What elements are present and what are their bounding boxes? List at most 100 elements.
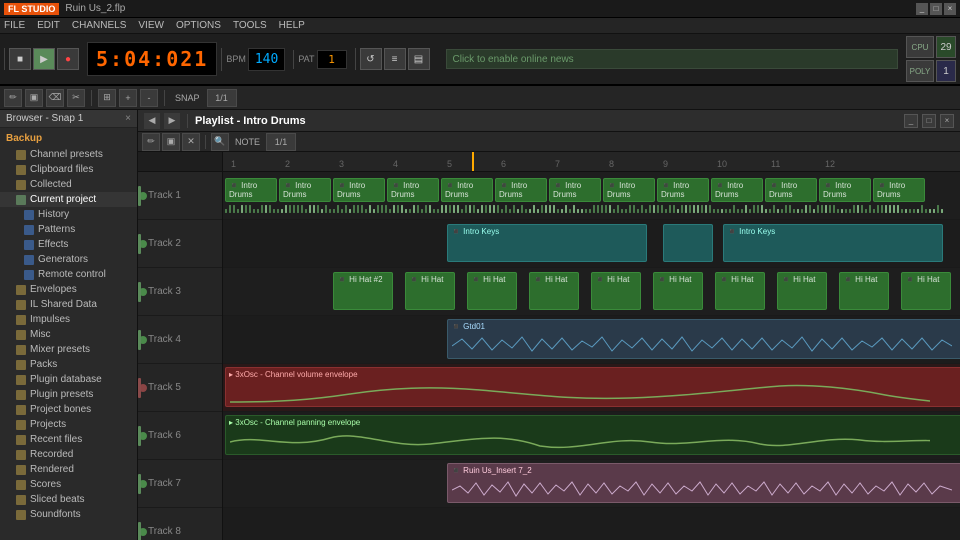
- sidebar-item-soundfonts[interactable]: Soundfonts: [0, 507, 137, 522]
- sidebar-item-clipboard-files[interactable]: Clipboard files: [0, 162, 137, 177]
- track-area[interactable]: 1 2 3 4 5 6 7 8 9 10 11 12: [223, 152, 960, 540]
- sidebar-item-sliced-beats[interactable]: Sliced beats: [0, 492, 137, 507]
- news-bar[interactable]: Click to enable online news: [446, 49, 899, 69]
- ruler-1: 1: [231, 159, 236, 169]
- poly-display: POLY: [906, 60, 934, 82]
- draw-tool[interactable]: ✏: [4, 89, 22, 107]
- pl-draw-tool[interactable]: ✏: [142, 133, 160, 151]
- pattern-block-track7-audio[interactable]: ◾ Ruin Us_Insert 7_2: [447, 463, 960, 503]
- track-label-6[interactable]: Track 6: [138, 412, 222, 460]
- menu-file[interactable]: FILE: [4, 20, 25, 31]
- pattern-block-track3-7[interactable]: ◾ Hi Hat: [715, 272, 765, 310]
- track5-curve: [230, 382, 930, 407]
- sidebar-item-impulses[interactable]: Impulses: [0, 312, 137, 327]
- pattern-block-track3-9[interactable]: ◾ Hi Hat: [839, 272, 889, 310]
- playlist-maximize[interactable]: □: [922, 114, 936, 128]
- pattern-block-track2-1[interactable]: ◾ Intro Keys: [447, 224, 647, 262]
- pattern-block-track3-8[interactable]: ◾ Hi Hat: [777, 272, 827, 310]
- playlist-minimize[interactable]: _: [904, 114, 918, 128]
- menu-help[interactable]: HELP: [279, 20, 305, 31]
- pl-zoom-in[interactable]: 🔍: [211, 133, 229, 151]
- track-label-1[interactable]: Track 1: [138, 172, 222, 220]
- sidebar-item-mixer-presets[interactable]: Mixer presets: [0, 342, 137, 357]
- pattern-block-track2-3[interactable]: ◾ Intro Keys: [723, 224, 943, 262]
- playlist-button[interactable]: ≡: [384, 48, 406, 70]
- sidebar-item-channel-presets[interactable]: Channel presets: [0, 147, 137, 162]
- track-label-4[interactable]: Track 4: [138, 316, 222, 364]
- playlist-close[interactable]: ×: [940, 114, 954, 128]
- pattern-block-track3-1[interactable]: ◾ Hi Hat #2: [333, 272, 393, 310]
- sidebar-item-recorded[interactable]: Recorded: [0, 447, 137, 462]
- minimize-button[interactable]: _: [916, 3, 928, 15]
- track-label-5[interactable]: Track 5: [138, 364, 222, 412]
- slice-tool[interactable]: ✂: [67, 89, 85, 107]
- ruler-4: 4: [393, 159, 398, 169]
- sidebar-item-plugin-presets[interactable]: Plugin presets: [0, 387, 137, 402]
- menu-tools[interactable]: TOOLS: [233, 20, 267, 31]
- track-label-3[interactable]: Track 3: [138, 268, 222, 316]
- zoom-out[interactable]: -: [140, 89, 158, 107]
- sidebar-item-plugin-database[interactable]: Plugin database: [0, 372, 137, 387]
- sidebar-item-misc[interactable]: Misc: [0, 327, 137, 342]
- pattern-block-track3-10[interactable]: ◾ Hi Hat: [901, 272, 951, 310]
- snap-button[interactable]: ⊞: [98, 89, 116, 107]
- sidebar-item-rendered[interactable]: Rendered: [0, 462, 137, 477]
- snap-value[interactable]: 1/1: [207, 89, 237, 107]
- sidebar-item-patterns[interactable]: Patterns: [0, 222, 137, 237]
- sidebar-item-recent-files[interactable]: Recent files: [0, 432, 137, 447]
- close-button[interactable]: ×: [944, 3, 956, 15]
- folder-icon: [16, 330, 26, 340]
- maximize-button[interactable]: □: [930, 3, 942, 15]
- menu-edit[interactable]: EDIT: [37, 20, 60, 31]
- pattern-block-track2-2[interactable]: [663, 224, 713, 262]
- sidebar-item-il-shared-data[interactable]: IL Shared Data: [0, 297, 137, 312]
- pattern-block-track3-4[interactable]: ◾ Hi Hat: [529, 272, 579, 310]
- playlist-back[interactable]: ◀: [144, 113, 160, 129]
- pattern-block-track6-automation[interactable]: ▸ 3xOsc - Channel panning envelope: [225, 415, 960, 455]
- pl-erase-tool[interactable]: ✕: [182, 133, 200, 151]
- zoom-in[interactable]: +: [119, 89, 137, 107]
- track-label-8[interactable]: Track 8: [138, 508, 222, 540]
- select-tool[interactable]: ▣: [25, 89, 43, 107]
- pl-snap-value[interactable]: 1/1: [266, 133, 296, 151]
- pattern-block-track5-automation[interactable]: ▸ 3xOsc - Channel volume envelope: [225, 367, 960, 407]
- play-button[interactable]: ▶: [33, 48, 55, 70]
- track-labels: Track 1 Track 2 Track 3 Track 4 Track 5: [138, 152, 223, 540]
- tempo-display[interactable]: 140: [248, 48, 285, 71]
- pattern-block-track3-2[interactable]: ◾ Hi Hat: [405, 272, 455, 310]
- pattern-block-track3-6[interactable]: ◾ Hi Hat: [653, 272, 703, 310]
- folder-icon: [16, 390, 26, 400]
- track-row-6: ▸ 3xOsc - Channel panning envelope: [223, 412, 960, 460]
- menu-view[interactable]: VIEW: [138, 20, 164, 31]
- sidebar-group-backup[interactable]: Backup: [0, 130, 137, 147]
- sidebar-item-projects[interactable]: Projects: [0, 417, 137, 432]
- track-label-2[interactable]: Track 2: [138, 220, 222, 268]
- sidebar-item-scores[interactable]: Scores: [0, 477, 137, 492]
- record-button[interactable]: ●: [57, 48, 79, 70]
- pl-snap-label: NOTE: [231, 137, 264, 147]
- sidebar-item-generators[interactable]: Generators: [0, 252, 137, 267]
- loop-button[interactable]: ↺: [360, 48, 382, 70]
- sidebar-item-collected[interactable]: Collected: [0, 177, 137, 192]
- sidebar-item-packs[interactable]: Packs: [0, 357, 137, 372]
- sidebar-item-envelopes[interactable]: Envelopes: [0, 282, 137, 297]
- sidebar-item-project-bones[interactable]: Project bones: [0, 402, 137, 417]
- pl-select-tool[interactable]: ▣: [162, 133, 180, 151]
- pattern-block-track3-3[interactable]: ◾ Hi Hat: [467, 272, 517, 310]
- ruler-2: 2: [285, 159, 290, 169]
- sidebar-item-effects[interactable]: Effects: [0, 237, 137, 252]
- sidebar-item-remote-control[interactable]: Remote control: [0, 267, 137, 282]
- erase-tool[interactable]: ⌫: [46, 89, 64, 107]
- pattern-block-track3-5[interactable]: ◾ Hi Hat: [591, 272, 641, 310]
- menu-channels[interactable]: CHANNELS: [72, 20, 126, 31]
- track-label-7[interactable]: Track 7: [138, 460, 222, 508]
- tempo-section: BPM 140: [221, 48, 289, 71]
- stop-button[interactable]: ■: [9, 48, 31, 70]
- sidebar-close[interactable]: ×: [125, 113, 131, 124]
- sidebar-item-current-project[interactable]: Current project: [0, 192, 137, 207]
- sidebar-item-history[interactable]: History: [0, 207, 137, 222]
- menu-options[interactable]: OPTIONS: [176, 20, 221, 31]
- mixer-button[interactable]: ▤: [408, 48, 430, 70]
- playlist-forward[interactable]: ▶: [164, 113, 180, 129]
- pattern-block-track4-audio[interactable]: ◾ Gtd01: [447, 319, 960, 359]
